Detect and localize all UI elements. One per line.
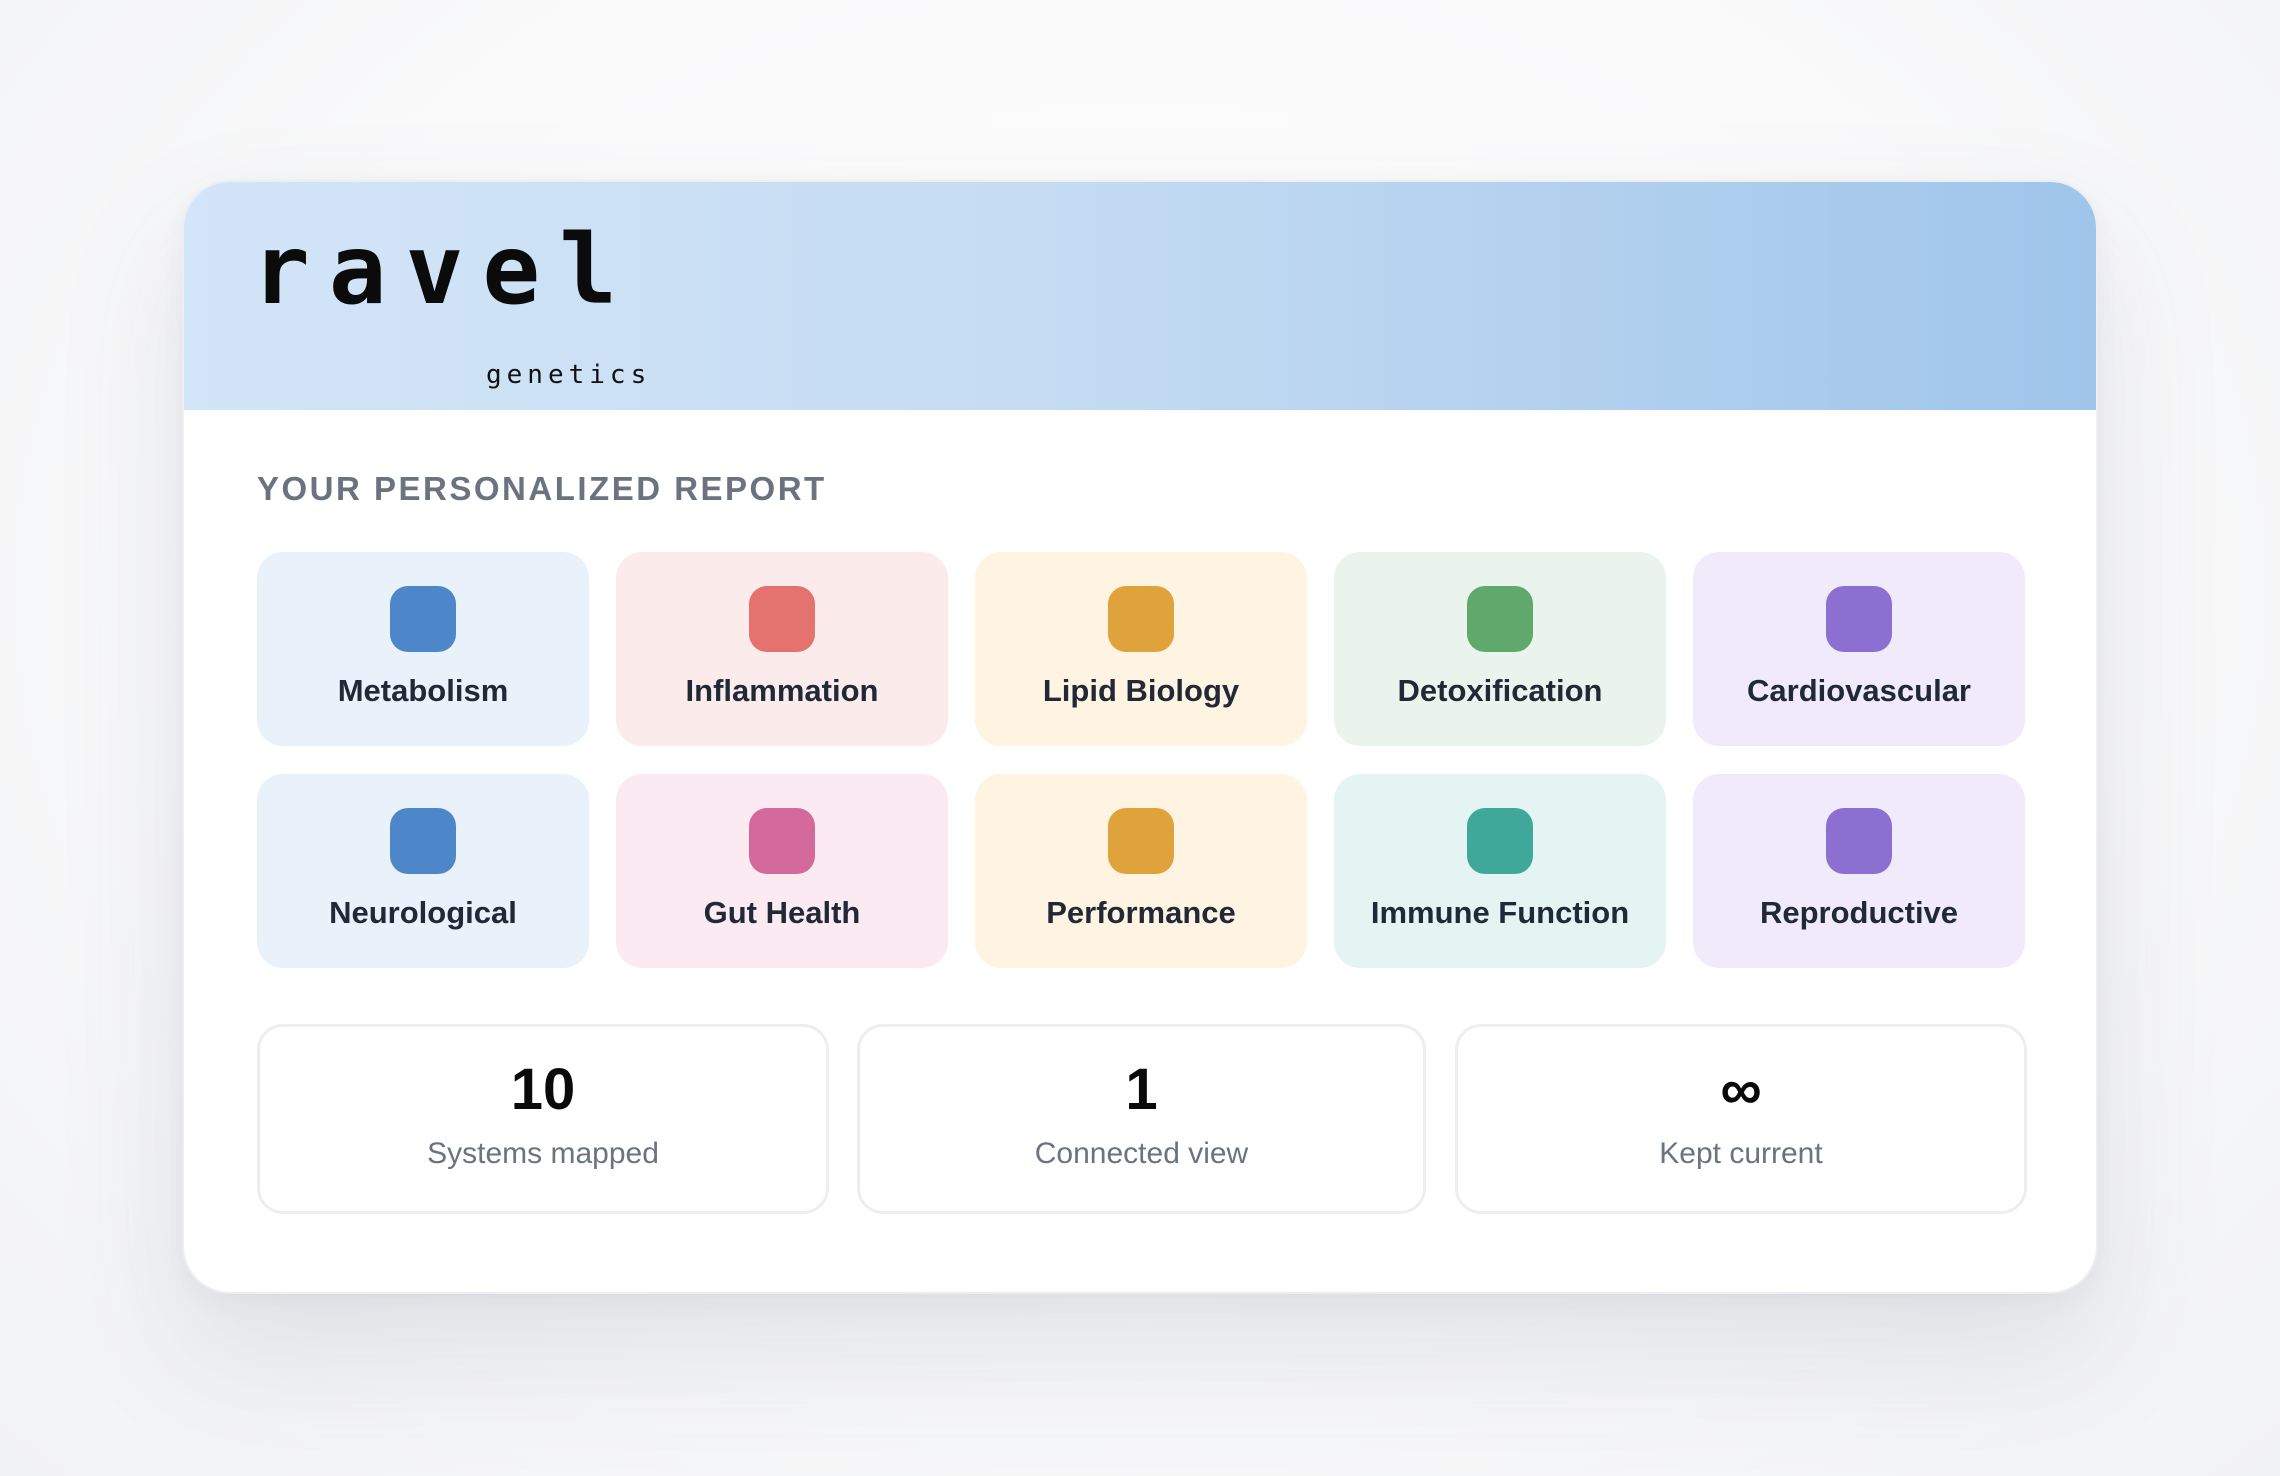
system-tile-inflammation[interactable]: Inflammation — [616, 552, 948, 746]
stat-value: ∞ — [1720, 1057, 1762, 1122]
card-header: ravel genetics — [184, 182, 2096, 410]
logo-wordmark: ravel — [252, 214, 636, 326]
system-tile-cardiovascular[interactable]: Cardiovascular — [1693, 552, 2025, 746]
system-tile-label: Performance — [1046, 895, 1236, 930]
performance-icon — [1108, 808, 1174, 874]
system-tile-label: Gut Health — [703, 895, 861, 930]
system-tile-label: Immune Function — [1370, 895, 1630, 930]
gut-health-icon — [749, 808, 815, 874]
stats-row: 10 Systems mapped 1 Connected view ∞ Kep… — [257, 1024, 2027, 1214]
system-tile-label: Metabolism — [337, 673, 509, 708]
system-tile-label: Reproductive — [1759, 895, 1959, 930]
stat-value: 10 — [510, 1057, 576, 1122]
systems-grid: Metabolism Inflammation Lipid Biology De… — [257, 552, 2027, 968]
report-heading: YOUR PERSONALIZED REPORT — [257, 470, 827, 507]
system-tile-gut-health[interactable]: Gut Health — [616, 774, 948, 968]
system-tile-detoxification[interactable]: Detoxification — [1334, 552, 1666, 746]
cardiovascular-icon — [1826, 586, 1892, 652]
system-tile-metabolism[interactable]: Metabolism — [257, 552, 589, 746]
system-tile-lipid-biology[interactable]: Lipid Biology — [975, 552, 1307, 746]
stat-label: Connected view — [1034, 1137, 1249, 1170]
stat-label: Kept current — [1659, 1137, 1823, 1170]
stat-label: Systems mapped — [427, 1137, 659, 1170]
stat-connected-view: 1 Connected view — [857, 1024, 1426, 1214]
lipid-biology-icon — [1108, 586, 1174, 652]
neurological-icon — [390, 808, 456, 874]
stat-kept-current: ∞ Kept current — [1455, 1024, 2027, 1214]
system-tile-performance[interactable]: Performance — [975, 774, 1307, 968]
system-tile-label: Inflammation — [685, 673, 879, 708]
ravel-logo: ravel genetics — [252, 222, 646, 388]
inflammation-icon — [749, 586, 815, 652]
system-tile-neurological[interactable]: Neurological — [257, 774, 589, 968]
report-card: ravel genetics YOUR PERSONALIZED REPORT … — [182, 180, 2098, 1294]
system-tile-label: Cardiovascular — [1747, 673, 1971, 708]
detoxification-icon — [1467, 586, 1533, 652]
stat-value: 1 — [1125, 1057, 1158, 1122]
system-tile-label: Lipid Biology — [1042, 673, 1240, 708]
stat-systems-mapped: 10 Systems mapped — [257, 1024, 829, 1214]
system-tile-immune-function[interactable]: Immune Function — [1334, 774, 1666, 968]
reproductive-icon — [1826, 808, 1892, 874]
system-tile-label: Detoxification — [1397, 673, 1603, 708]
system-tile-label: Neurological — [329, 895, 517, 930]
metabolism-icon — [390, 586, 456, 652]
immune-function-icon — [1467, 808, 1533, 874]
system-tile-reproductive[interactable]: Reproductive — [1693, 774, 2025, 968]
logo-tagline: genetics — [486, 360, 652, 390]
